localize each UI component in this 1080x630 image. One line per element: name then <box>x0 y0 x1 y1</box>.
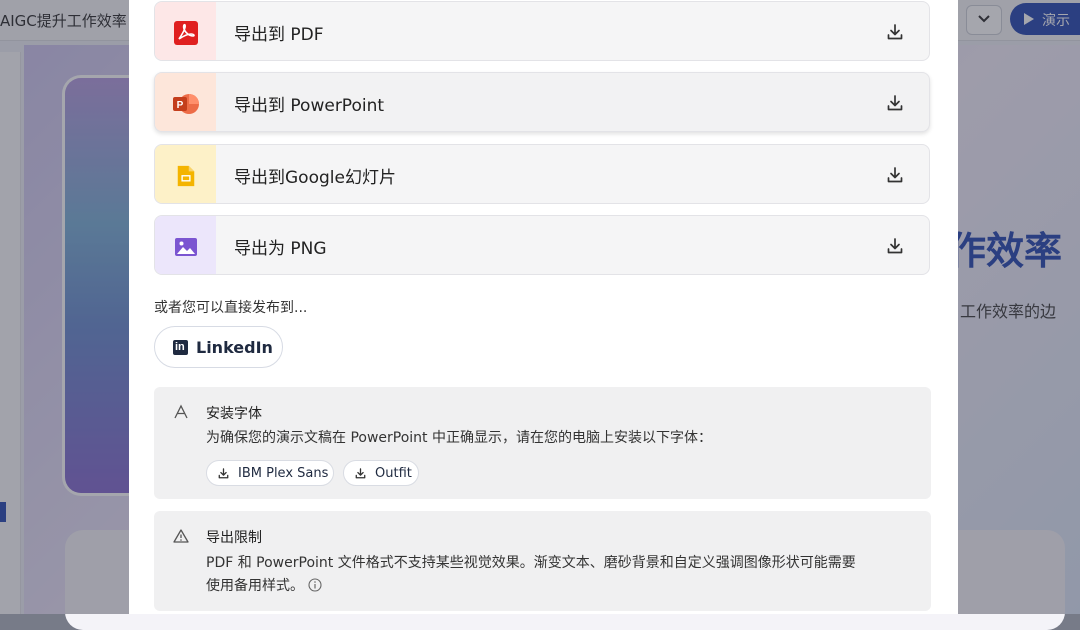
download-icon <box>355 468 366 479</box>
font-chip-ibm-plex-sans[interactable]: IBM Plex Sans <box>206 460 334 486</box>
download-icon <box>887 238 903 254</box>
svg-text:P: P <box>177 100 184 111</box>
linkedin-button[interactable]: in LinkedIn <box>154 326 283 368</box>
powerpoint-tile: P <box>155 73 216 131</box>
download-icon <box>887 95 903 111</box>
warning-icon <box>173 529 189 543</box>
export-pdf-label: 导出到 PDF <box>234 25 324 45</box>
info-icon[interactable] <box>308 578 322 592</box>
export-google-slides-label: 导出到Google幻灯片 <box>234 168 396 188</box>
font-chip-outfit[interactable]: Outfit <box>343 460 419 486</box>
download-icon <box>218 468 229 479</box>
google-slides-tile <box>155 145 216 203</box>
export-limits-line-1: PDF 和 PowerPoint 文件格式不支持某些视觉效果。渐变文本、磨砂背景… <box>206 555 856 571</box>
export-limits-description: PDF 和 PowerPoint 文件格式不支持某些视觉效果。渐变文本、磨砂背景… <box>206 552 856 598</box>
export-google-slides-option[interactable]: 导出到Google幻灯片 <box>154 144 930 204</box>
export-limits-panel: 导出限制 PDF 和 PowerPoint 文件格式不支持某些视觉效果。渐变文本… <box>154 511 931 611</box>
pdf-tile <box>155 2 216 60</box>
image-icon <box>175 238 197 256</box>
pdf-icon <box>174 21 198 45</box>
font-chip-label: Outfit <box>375 466 412 481</box>
export-pdf-option[interactable]: 导出到 PDF <box>154 1 930 61</box>
download-icon <box>887 24 903 40</box>
install-fonts-description: 为确保您的演示文稿在 PowerPoint 中正确显示，请在您的电脑上安装以下字… <box>206 430 712 446</box>
png-tile <box>155 216 216 274</box>
font-icon <box>174 404 188 419</box>
download-icon <box>887 167 903 183</box>
google-slides-icon <box>177 165 195 187</box>
export-png-label: 导出为 PNG <box>234 239 327 259</box>
export-powerpoint-label: 导出到 PowerPoint <box>234 96 385 116</box>
powerpoint-icon: P <box>173 94 199 114</box>
export-png-option[interactable]: 导出为 PNG <box>154 215 930 275</box>
export-limits-line-2: 使用备用样式。 <box>206 575 856 598</box>
linkedin-icon: in <box>173 340 188 355</box>
linkedin-label: LinkedIn <box>196 338 273 357</box>
publish-prompt: 或者您可以直接发布到... <box>154 300 308 316</box>
export-limits-title: 导出限制 <box>206 530 262 546</box>
export-powerpoint-option[interactable]: P 导出到 PowerPoint <box>154 72 930 132</box>
font-chip-label: IBM Plex Sans <box>238 466 329 481</box>
export-modal: 导出到 PDF P 导出到 PowerPoint 导出到Google幻灯片 导出… <box>129 0 958 614</box>
install-fonts-title: 安装字体 <box>206 406 262 422</box>
